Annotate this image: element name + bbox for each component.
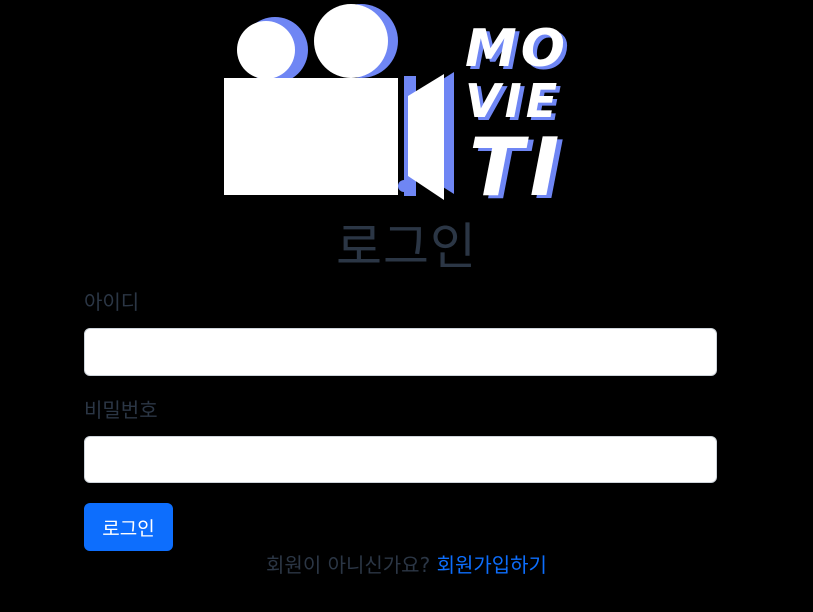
logo-text-line-2: VIE <box>465 74 561 128</box>
logo-text-line-3: TI <box>469 121 565 210</box>
page-title: 로그인 <box>336 218 477 276</box>
id-label: 아이디 <box>84 290 140 314</box>
password-input[interactable] <box>84 436 717 483</box>
logo-text-line-1: MO <box>465 19 569 79</box>
signup-link[interactable]: 회원가입하기 <box>437 553 547 577</box>
signup-prompt: 회원이 아니신가요? <box>266 553 431 577</box>
password-label: 비밀번호 <box>84 398 158 422</box>
login-page: MO MO VIE VIE TI TI 로그인 아이디 비밀번호 로그인 회원이… <box>0 0 813 612</box>
movie-camera-icon: MO MO VIE VIE TI TI <box>224 4 569 210</box>
id-input[interactable] <box>84 328 717 376</box>
movieti-logo: MO MO VIE VIE TI TI <box>218 0 588 210</box>
signup-row: 회원이 아니신가요? 회원가입하기 <box>0 552 813 578</box>
login-button[interactable]: 로그인 <box>84 503 173 551</box>
